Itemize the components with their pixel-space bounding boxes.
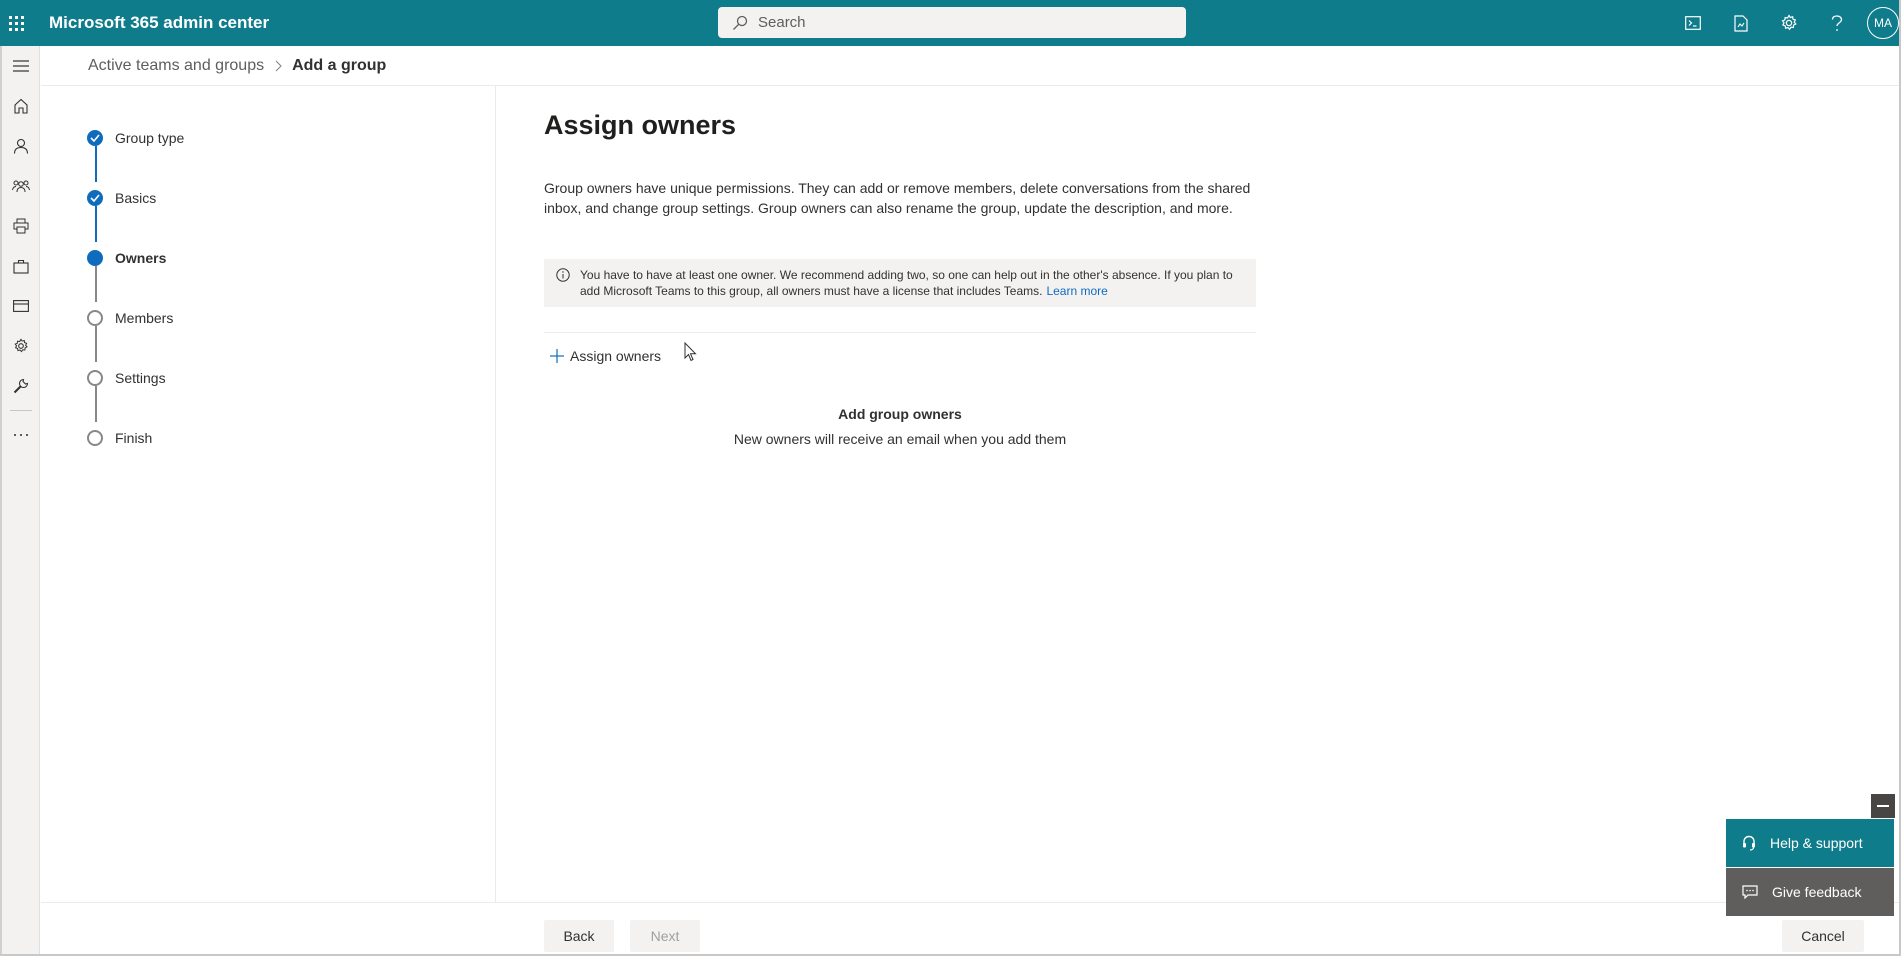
feedback-icon (1742, 885, 1758, 899)
rail-home-button[interactable] (2, 86, 40, 126)
document-button[interactable] (1717, 0, 1765, 46)
document-icon (1734, 14, 1748, 32)
step-connector (95, 206, 97, 242)
more-icon (14, 434, 28, 436)
learn-more-link[interactable]: Learn more (1046, 284, 1107, 298)
step-label: Group type (115, 130, 185, 146)
pending-circle-icon (87, 430, 103, 446)
wrench-icon (13, 378, 29, 394)
rail-devices-button[interactable] (2, 206, 40, 246)
gear-icon (1781, 14, 1797, 31)
step-label: Settings (115, 370, 166, 386)
assign-owners-label: Assign owners (570, 348, 662, 364)
settings-button[interactable] (1765, 0, 1813, 46)
breadcrumb: Active teams and groups Add a group (41, 46, 1901, 86)
plus-icon (550, 349, 564, 363)
info-banner: You have to have at least one owner. We … (544, 259, 1256, 307)
page-title: Assign owners (544, 110, 737, 140)
top-icons: MA (1669, 0, 1901, 46)
empty-state-title: Add group owners (838, 406, 962, 422)
step-label: Members (115, 310, 174, 326)
search-icon (733, 15, 748, 30)
back-button[interactable]: Back (544, 920, 614, 952)
search-input[interactable]: Search (718, 7, 1186, 38)
wizard-footer: Back Next Cancel (41, 902, 1901, 956)
cancel-button[interactable]: Cancel (1782, 920, 1864, 952)
minimize-icon (1877, 805, 1889, 807)
nav-rail (0, 46, 40, 956)
step-label: Basics (115, 190, 157, 206)
app-title[interactable]: Microsoft 365 admin center (49, 13, 269, 33)
help-support-button[interactable]: Help & support (1726, 819, 1894, 867)
chevron-right-icon (274, 60, 282, 72)
mouse-cursor-icon (684, 342, 697, 362)
briefcase-icon (13, 259, 29, 274)
terminal-button[interactable] (1669, 0, 1717, 46)
step-owners: Owners (87, 246, 166, 270)
step-finish: Finish (87, 426, 152, 450)
step-basics[interactable]: Basics (87, 186, 156, 210)
breadcrumb-parent-link[interactable]: Active teams and groups (88, 57, 264, 75)
rail-groups-button[interactable] (2, 166, 40, 206)
settings-icon (14, 338, 28, 353)
pending-circle-icon (87, 370, 103, 386)
step-label: Finish (115, 430, 153, 446)
step-connector (95, 266, 97, 302)
menu-icon (13, 60, 29, 72)
step-group-type[interactable]: Group type (87, 126, 184, 150)
rail-settings-button[interactable] (2, 326, 40, 366)
breadcrumb-current: Add a group (292, 56, 387, 74)
billing-icon (13, 300, 29, 312)
divider (544, 332, 1256, 333)
step-connector (95, 146, 97, 182)
top-bar: Microsoft 365 admin center Search MA (0, 0, 1901, 46)
empty-state-subtitle: New owners will receive an email when yo… (733, 431, 1067, 447)
printer-icon (13, 218, 29, 234)
assign-owners-button[interactable]: Assign owners (550, 344, 661, 368)
step-connector (95, 326, 97, 362)
minimize-help-button[interactable] (1871, 794, 1895, 818)
terminal-icon (1685, 16, 1701, 30)
question-icon (1831, 14, 1843, 31)
info-banner-text: You have to have at least one owner. We … (580, 268, 1233, 298)
step-connector (95, 386, 97, 422)
help-button[interactable] (1813, 0, 1861, 46)
current-step-dot-icon (87, 250, 103, 266)
info-icon (556, 268, 570, 282)
help-support-label: Help & support (1770, 835, 1863, 851)
main-panel: Assign owners Group owners have unique p… (497, 86, 1901, 902)
rail-more-button[interactable] (2, 415, 40, 455)
give-feedback-button[interactable]: Give feedback (1726, 868, 1894, 916)
waffle-icon (8, 15, 24, 31)
home-icon (14, 98, 28, 114)
next-button[interactable]: Next (630, 920, 700, 952)
give-feedback-label: Give feedback (1772, 884, 1862, 900)
rail-marketplace-button[interactable] (2, 246, 40, 286)
headset-icon (1743, 835, 1755, 851)
rail-users-button[interactable] (2, 126, 40, 166)
wizard-stepper: Group type Basics Owners Members Setting… (41, 86, 496, 902)
rail-setup-button[interactable] (2, 366, 40, 406)
step-label: Owners (115, 250, 167, 266)
groups-icon (12, 180, 30, 193)
user-icon (13, 138, 29, 154)
pending-circle-icon (87, 310, 103, 326)
app-launcher-button[interactable] (1, 0, 31, 46)
avatar[interactable]: MA (1867, 7, 1899, 39)
rail-menu-button[interactable] (2, 46, 40, 86)
step-settings: Settings (87, 366, 166, 390)
checkmark-icon (87, 130, 103, 146)
page-description: Group owners have unique permissions. Th… (544, 180, 1251, 216)
search-placeholder: Search (758, 14, 806, 31)
rail-billing-button[interactable] (2, 286, 40, 326)
step-members: Members (87, 306, 173, 330)
checkmark-icon (87, 190, 103, 206)
rail-divider (9, 410, 32, 411)
